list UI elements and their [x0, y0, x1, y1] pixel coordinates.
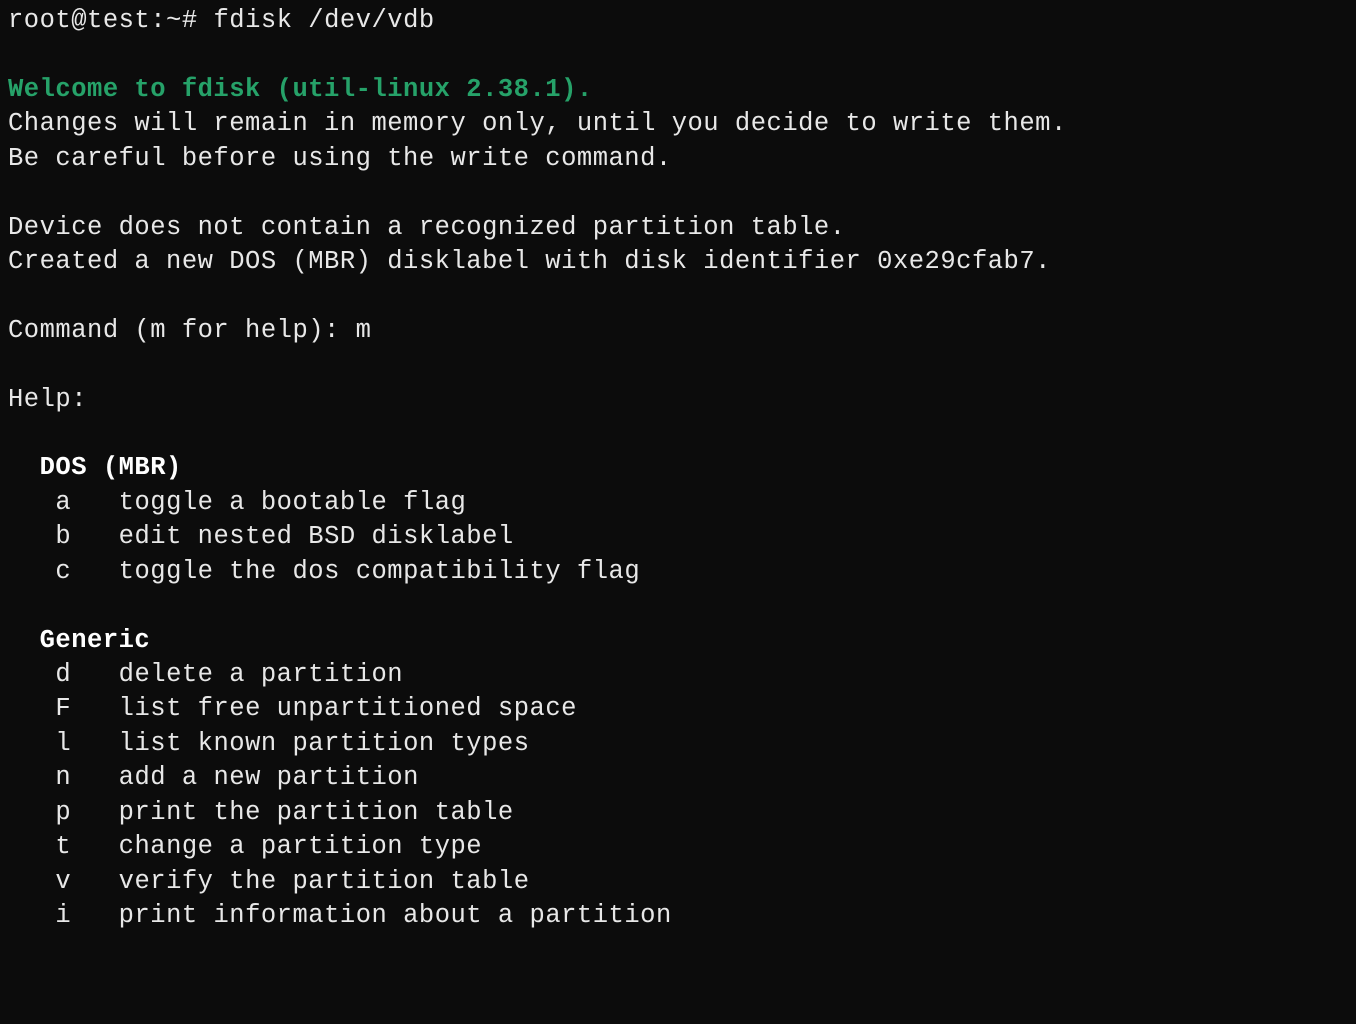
help-item: F list free unpartitioned space — [55, 694, 577, 723]
command-input[interactable]: m — [356, 316, 372, 345]
help-key: a — [55, 488, 71, 517]
help-item: a toggle a bootable flag — [55, 488, 466, 517]
help-item: t change a partition type — [55, 832, 482, 861]
help-key: v — [55, 867, 71, 896]
welcome-line: Welcome to fdisk (util-linux 2.38.1). — [8, 75, 593, 104]
help-item: v verify the partition table — [55, 867, 529, 896]
help-desc: print information about a partition — [119, 901, 672, 930]
help-desc: print the partition table — [119, 798, 514, 827]
prompt-user-host: root@test — [8, 6, 150, 35]
device-line-2: Created a new DOS (MBR) disklabel with d… — [8, 247, 1051, 276]
help-item: i print information about a partition — [55, 901, 671, 930]
terminal-output[interactable]: root@test:~# fdisk /dev/vdb Welcome to f… — [8, 4, 1348, 933]
prompt-command: fdisk /dev/vdb — [213, 6, 434, 35]
warning-line-2: Be careful before using the write comman… — [8, 144, 672, 173]
section-title-generic: Generic — [40, 626, 151, 655]
help-item: d delete a partition — [55, 660, 403, 689]
help-key: n — [55, 763, 71, 792]
help-desc: verify the partition table — [119, 867, 530, 896]
shell-prompt: root@test:~# fdisk /dev/vdb — [8, 6, 435, 35]
help-desc: toggle a bootable flag — [119, 488, 467, 517]
help-item: l list known partition types — [55, 729, 529, 758]
help-key: i — [55, 901, 71, 930]
device-line-1: Device does not contain a recognized par… — [8, 213, 846, 242]
section-title-dos: DOS (MBR) — [40, 453, 182, 482]
help-key: c — [55, 557, 71, 586]
help-desc: change a partition type — [119, 832, 482, 861]
help-desc: toggle the dos compatibility flag — [119, 557, 640, 586]
help-desc: delete a partition — [119, 660, 403, 689]
prompt-path: ~ — [166, 6, 182, 35]
help-item: p print the partition table — [55, 798, 513, 827]
help-item: b edit nested BSD disklabel — [55, 522, 513, 551]
command-prompt-label: Command (m for help): — [8, 316, 356, 345]
help-key: d — [55, 660, 71, 689]
help-key: l — [55, 729, 71, 758]
help-desc: add a new partition — [119, 763, 419, 792]
help-desc: edit nested BSD disklabel — [119, 522, 514, 551]
help-key: b — [55, 522, 71, 551]
help-item: n add a new partition — [55, 763, 418, 792]
help-desc: list free unpartitioned space — [119, 694, 577, 723]
help-key: t — [55, 832, 71, 861]
help-key: p — [55, 798, 71, 827]
help-item: c toggle the dos compatibility flag — [55, 557, 640, 586]
warning-line-1: Changes will remain in memory only, unti… — [8, 109, 1067, 138]
help-header: Help: — [8, 385, 87, 414]
help-key: F — [55, 694, 71, 723]
help-desc: list known partition types — [119, 729, 530, 758]
prompt-symbol: # — [182, 6, 198, 35]
